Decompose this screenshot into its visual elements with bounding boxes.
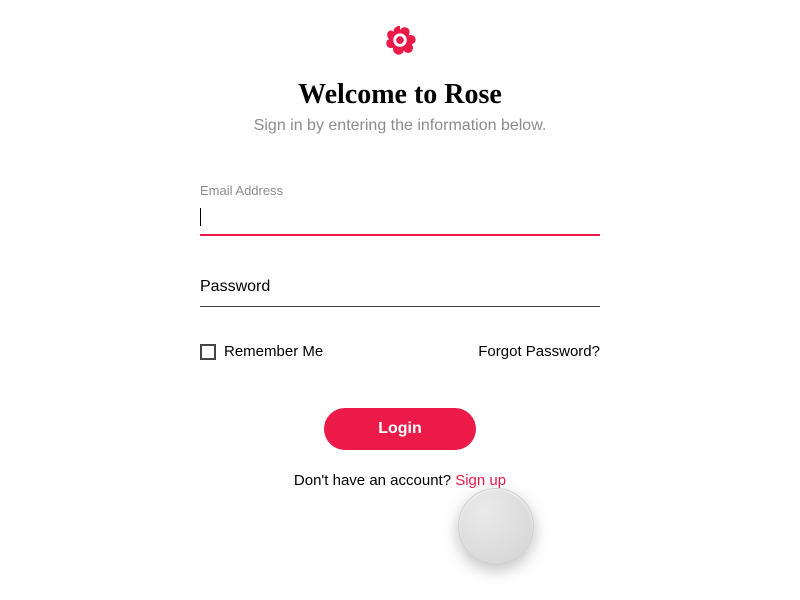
password-field-group <box>200 272 600 307</box>
login-card: Welcome to Rose Sign in by entering the … <box>200 20 600 600</box>
signup-prompt-text: Don't have an account? <box>294 472 455 489</box>
email-input[interactable] <box>200 204 600 236</box>
remember-me-checkbox[interactable] <box>200 344 216 360</box>
remember-me-group: Remember Me <box>200 343 323 360</box>
email-field-group: Email Address <box>200 183 600 236</box>
password-input[interactable] <box>200 272 600 307</box>
remember-me-label: Remember Me <box>224 343 323 360</box>
rose-logo-icon <box>377 20 423 71</box>
page-subtitle: Sign in by entering the information belo… <box>254 117 547 135</box>
email-label: Email Address <box>200 183 600 198</box>
options-row: Remember Me Forgot Password? <box>200 343 600 360</box>
signup-prompt-row: Don't have an account? Sign up <box>294 472 506 489</box>
signup-link[interactable]: Sign up <box>455 472 506 489</box>
forgot-password-link[interactable]: Forgot Password? <box>478 343 600 360</box>
login-button[interactable]: Login <box>324 408 476 450</box>
page-title: Welcome to Rose <box>298 79 502 111</box>
floating-action-button[interactable] <box>458 488 534 564</box>
